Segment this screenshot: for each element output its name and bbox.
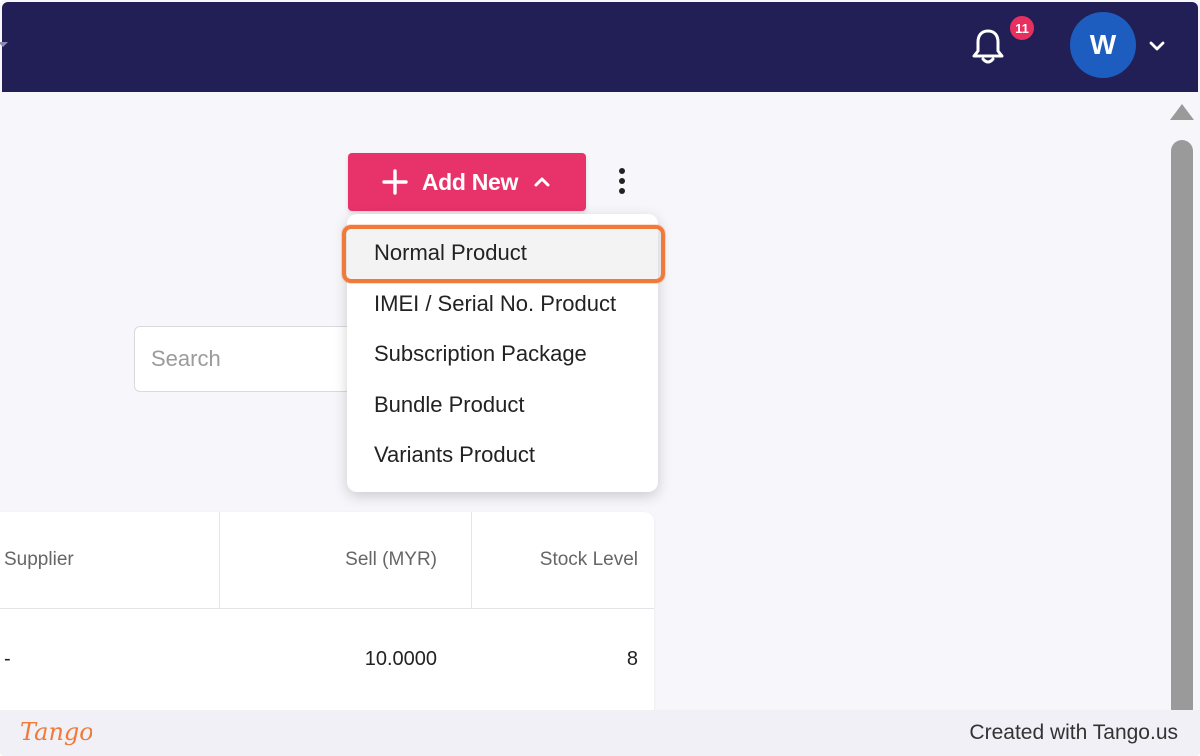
app-frame: 11 W Add New Supplier Sell (MYR) Stock L… <box>0 0 1200 756</box>
bell-icon[interactable] <box>970 26 1006 66</box>
scroll-up-arrow-icon[interactable] <box>1170 104 1194 120</box>
menu-item-variants-product[interactable]: Variants Product <box>347 430 658 481</box>
cell-supplier: - <box>4 647 11 670</box>
menu-item-subscription-package[interactable]: Subscription Package <box>347 329 658 380</box>
products-table: Supplier Sell (MYR) Stock Level - 10.000… <box>0 512 654 722</box>
avatar[interactable]: W <box>1070 12 1136 78</box>
cell-stock-level: 8 <box>626 647 638 670</box>
more-vertical-icon[interactable] <box>612 168 632 202</box>
tango-logo: Tango <box>20 718 92 746</box>
scrollbar-thumb[interactable] <box>1171 140 1193 720</box>
add-new-label: Add New <box>421 168 519 195</box>
search-input[interactable] <box>134 326 364 392</box>
plus-icon <box>382 169 408 195</box>
column-header-sell[interactable]: Sell (MYR) <box>219 512 471 608</box>
table-row[interactable]: - 10.0000 8 <box>0 609 654 709</box>
cell-sell: 10.0000 <box>364 647 437 670</box>
svg-text:Tango: Tango <box>20 718 92 746</box>
notification-badge[interactable]: 11 <box>1008 14 1036 42</box>
column-header-supplier[interactable]: Supplier <box>0 512 219 608</box>
avatar-initial: W <box>1089 29 1117 60</box>
created-with-text: Created with Tango.us <box>969 721 1178 744</box>
chevron-up-icon <box>534 177 550 187</box>
tango-footer: Tango Created with Tango.us <box>0 710 1200 756</box>
table-header-row: Supplier Sell (MYR) Stock Level <box>0 512 654 609</box>
menu-item-bundle-product[interactable]: Bundle Product <box>347 380 658 431</box>
menu-item-normal-product[interactable]: Normal Product <box>347 228 658 279</box>
add-new-dropdown-menu: Normal Product IMEI / Serial No. Product… <box>347 214 658 492</box>
sidebar-collapse-caret-icon[interactable] <box>0 42 8 47</box>
chevron-down-icon[interactable] <box>1147 36 1167 56</box>
add-new-button[interactable]: Add New <box>348 153 586 211</box>
menu-item-imei-serial-product[interactable]: IMEI / Serial No. Product <box>347 279 658 330</box>
column-header-stock-level[interactable]: Stock Level <box>471 512 654 608</box>
